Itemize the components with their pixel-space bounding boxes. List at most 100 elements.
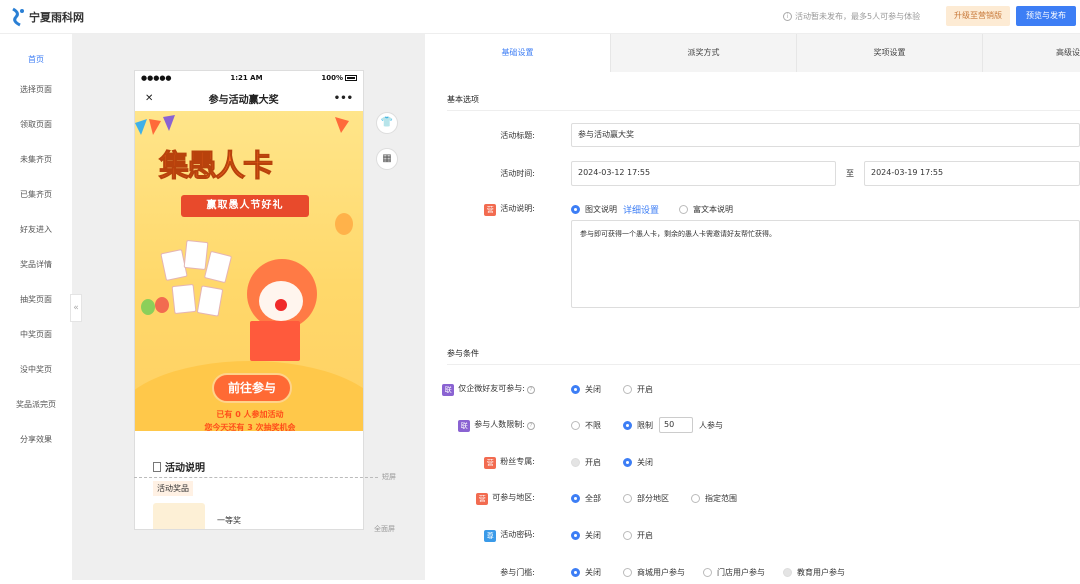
join-button[interactable]: 前往参与 bbox=[212, 373, 292, 403]
sidebar-item-complete[interactable]: 已集齐页 bbox=[0, 177, 72, 212]
fans-label: 粉丝专属: bbox=[500, 456, 535, 466]
balloon-orange bbox=[335, 213, 353, 235]
limit-suffix: 人参与 bbox=[699, 420, 723, 430]
help-icon[interactable]: ? bbox=[527, 421, 535, 430]
tab-prize-settings[interactable]: 奖项设置 bbox=[797, 34, 983, 72]
end-time-input[interactable]: 2024-03-19 17:55 bbox=[864, 160, 1080, 186]
sidebar-item-home[interactable]: 首页 bbox=[0, 34, 72, 72]
wechat-row: 联仅企微好友可参与:? 关闭 开启 bbox=[425, 377, 1080, 401]
gift-box bbox=[250, 321, 300, 361]
threshold-mall-radio[interactable]: 商城用户参与 bbox=[623, 567, 685, 578]
time-separator: 至 bbox=[846, 168, 854, 178]
limit-yes-radio[interactable]: 限制 bbox=[623, 420, 653, 431]
sidebar-item-incomplete[interactable]: 未集齐页 bbox=[0, 142, 72, 177]
phone-nav-bar: ✕ 参与活动赢大奖 ••• bbox=[135, 85, 363, 111]
grid-icon[interactable]: ▦ bbox=[376, 148, 398, 170]
balloon-green bbox=[141, 299, 155, 315]
sidebar-item-select[interactable]: 选择页面 bbox=[0, 72, 72, 107]
limit-none-radio[interactable]: 不限 bbox=[571, 420, 601, 431]
title-input[interactable]: 参与活动赢大奖 bbox=[571, 123, 1080, 147]
desc-radio-image-text[interactable]: 图文说明 bbox=[571, 204, 617, 215]
region-all-radio[interactable]: 全部 bbox=[571, 493, 601, 504]
logo-icon bbox=[12, 7, 24, 27]
phone-status-bar: ●●●●● 1:21 AM 100% bbox=[135, 71, 363, 85]
start-time-input[interactable]: 2024-03-12 17:55 bbox=[571, 160, 836, 186]
upgrade-button[interactable]: 升级至营销版 bbox=[946, 6, 1010, 26]
preview-publish-button[interactable]: 预览与发布 bbox=[1016, 6, 1076, 26]
tab-advanced[interactable]: 高级设 bbox=[983, 34, 1080, 72]
sidebar-item-friend[interactable]: 好友进入 bbox=[0, 212, 72, 247]
collapse-sidebar-button[interactable]: « bbox=[70, 294, 82, 322]
sidebar-item-draw[interactable]: 抽奖页面 bbox=[0, 282, 72, 317]
document-icon bbox=[153, 462, 161, 472]
threshold-off-radio[interactable]: 关闭 bbox=[571, 567, 601, 578]
wechat-label-wrap: 联仅企微好友可参与:? bbox=[425, 383, 537, 396]
sidebar-item-win[interactable]: 中奖页面 bbox=[0, 317, 72, 352]
wechat-off-radio[interactable]: 关闭 bbox=[571, 384, 601, 395]
info-title-text: 活动说明 bbox=[165, 463, 205, 474]
activity-poster: 集愚人卡 赢取愚人节好礼 前往参与 已有 0 人参加活动 您今天还有 3 次抽奖… bbox=[135, 111, 363, 431]
threshold-row: 参与门槛: 关闭 商城用户参与 门店用户参与 教育用户参与 bbox=[425, 560, 1080, 584]
sidebar-item-prize-out[interactable]: 奖品派完页 bbox=[0, 387, 72, 422]
desc-textarea[interactable]: 参与即可获得一个愚人卡，剩余的愚人卡需邀请好友帮忙获得。 bbox=[571, 220, 1080, 308]
limit-label-wrap: 联参与人数限制:? bbox=[425, 419, 537, 432]
link-badge: 联 bbox=[458, 419, 471, 432]
sidebar-item-lose[interactable]: 没中奖页 bbox=[0, 352, 72, 387]
desc-radio-rich-text[interactable]: 富文本说明 bbox=[679, 204, 733, 215]
marketing-badge: 营 bbox=[484, 203, 497, 216]
region-row: 营可参与地区: 全部 部分地区 指定范围 bbox=[425, 486, 1080, 510]
wechat-on-radio[interactable]: 开启 bbox=[623, 384, 653, 395]
hero-ribbon: 赢取愚人节好礼 bbox=[181, 195, 309, 217]
logo-text: 宁夏雨科网 bbox=[29, 11, 84, 24]
sidebar-item-prize-detail[interactable]: 奖品详情 bbox=[0, 247, 72, 282]
sidebar-item-share[interactable]: 分享效果 bbox=[0, 422, 72, 457]
tab-basic[interactable]: 基础设置 bbox=[425, 34, 611, 72]
theme-shirt-icon[interactable]: 👕 bbox=[376, 112, 398, 134]
close-icon[interactable]: ✕ bbox=[145, 93, 153, 104]
clown-nose bbox=[275, 299, 287, 311]
marketing-badge: 营 bbox=[484, 456, 497, 469]
logo[interactable]: 宁夏雨科网 bbox=[10, 7, 84, 27]
region-part-radio[interactable]: 部分地区 bbox=[623, 493, 669, 504]
draw-chances: 您今天还有 3 次抽奖机会 bbox=[204, 423, 296, 431]
password-label-wrap: 尊活动密码: bbox=[425, 529, 537, 542]
desc-label: 活动说明: bbox=[500, 203, 535, 213]
password-label: 活动密码: bbox=[500, 529, 535, 539]
limit-row: 联参与人数限制:? 不限 限制 50 人参与 bbox=[425, 413, 1080, 437]
section-basic: 基本选项 bbox=[447, 95, 479, 104]
threshold-store-radio[interactable]: 门店用户参与 bbox=[703, 567, 765, 578]
detail-settings-link[interactable]: 详细设置 bbox=[623, 203, 659, 216]
settings-tabs: 基础设置 派奖方式 奖项设置 高级设 bbox=[425, 34, 1080, 72]
region-range-radio[interactable]: 指定范围 bbox=[691, 493, 737, 504]
full-screen-label: 全面屏 bbox=[374, 525, 395, 533]
limit-count-input[interactable]: 50 bbox=[659, 417, 693, 433]
wechat-label: 仅企微好友可参与: bbox=[458, 383, 525, 393]
battery-level: 100% bbox=[321, 74, 343, 82]
password-on-radio[interactable]: 开启 bbox=[623, 530, 653, 541]
prize-image bbox=[153, 503, 205, 529]
fans-row: 营粉丝专属: 开启 关闭 bbox=[425, 450, 1080, 474]
status-time: 1:21 AM bbox=[230, 74, 263, 82]
title-row: 活动标题: 参与活动赢大奖 bbox=[425, 123, 1080, 147]
prize-tag: 活动奖品 bbox=[153, 481, 193, 496]
time-label: 活动时间: bbox=[500, 168, 535, 178]
section-conditions: 参与条件 bbox=[447, 349, 479, 358]
page-sidebar: 首页 选择页面 领取页面 未集齐页 已集齐页 好友进入 奖品详情 抽奖页面 中奖… bbox=[0, 34, 72, 580]
participant-count: 已有 0 人参加活动 bbox=[216, 410, 284, 419]
fans-off-radio[interactable]: 关闭 bbox=[623, 457, 653, 468]
phone-preview: ●●●●● 1:21 AM 100% ✕ 参与活动赢大奖 ••• 集愚人卡 赢取… bbox=[134, 70, 364, 530]
fans-on-radio: 开启 bbox=[571, 457, 601, 468]
region-label-wrap: 营可参与地区: bbox=[425, 492, 537, 505]
info-icon: i bbox=[783, 12, 792, 21]
sidebar-item-claim[interactable]: 领取页面 bbox=[0, 107, 72, 142]
marketing-badge: 营 bbox=[476, 492, 489, 505]
battery-icon bbox=[344, 75, 357, 81]
help-icon[interactable]: ? bbox=[527, 385, 535, 394]
top-bar: 宁夏雨科网 i 活动暂未发布，最多5人可参与体验 升级至营销版 预览与发布 bbox=[0, 0, 1080, 34]
hero-title: 集愚人卡 bbox=[159, 149, 274, 185]
tab-award-method[interactable]: 派奖方式 bbox=[611, 34, 797, 72]
cards-illustration bbox=[160, 239, 233, 321]
notice-text: 活动暂未发布，最多5人可参与体验 bbox=[795, 12, 921, 21]
more-icon[interactable]: ••• bbox=[334, 93, 353, 104]
password-off-radio[interactable]: 关闭 bbox=[571, 530, 601, 541]
